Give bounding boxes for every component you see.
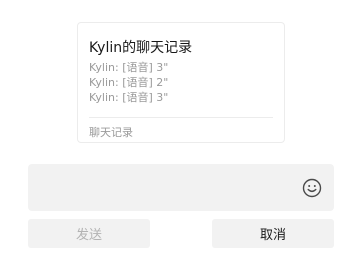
chat-record-message: Kylin: [语音] 3" [89,91,169,104]
card-divider [89,117,273,118]
chat-record-message: Kylin: [语音] 2" [89,76,169,89]
chat-record-message: Kylin: [语音] 3" [89,61,169,74]
chat-record-title: Kylin的聊天记录 [89,40,193,56]
chat-record-card[interactable]: Kylin的聊天记录 Kylin: [语音] 3" Kylin: [语音] 2"… [77,22,285,143]
chat-record-footer: 聊天记录 [89,126,133,139]
cancel-button[interactable]: 取消 [212,219,334,248]
send-button[interactable]: 发送 [28,219,150,248]
smiley-face-icon[interactable] [302,178,322,198]
message-input[interactable] [28,164,334,211]
